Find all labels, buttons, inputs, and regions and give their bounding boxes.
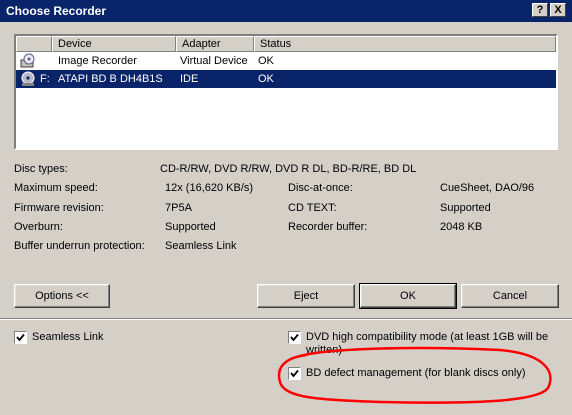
overburn-label: Overburn:: [14, 221, 63, 233]
close-button[interactable]: X: [550, 3, 566, 17]
device-name: Image Recorder: [58, 55, 137, 67]
recorder-buffer-value: 2048 KB: [440, 221, 483, 233]
firmware-label: Firmware revision:: [14, 202, 104, 214]
column-header-status[interactable]: Status: [254, 36, 556, 52]
title-bar: Choose Recorder ? X: [0, 0, 572, 22]
recorder-list[interactable]: Device Adapter Status Image Recorder Vir…: [14, 34, 558, 150]
device-adapter: IDE: [180, 73, 199, 85]
dialog-title: Choose Recorder: [6, 4, 107, 18]
cd-text-value: Supported: [440, 202, 491, 214]
device-letter: F:: [40, 73, 50, 85]
column-header-blank: [16, 36, 52, 52]
choose-recorder-dialog: Choose Recorder ? X Device Adapter Statu…: [0, 0, 572, 415]
device-row-image-recorder[interactable]: Image Recorder Virtual Device OK: [16, 52, 556, 70]
list-header: Device Adapter Status: [16, 36, 556, 52]
max-speed-label: Maximum speed:: [14, 182, 98, 194]
image-recorder-icon: [20, 53, 35, 68]
firmware-value: 7P5A: [165, 202, 192, 214]
dvd-compat-checkbox[interactable]: [288, 331, 301, 344]
options-separator: [0, 318, 572, 320]
cd-text-label: CD TEXT:: [288, 202, 337, 214]
dvd-compat-label-line1[interactable]: DVD high compatibility mode (at least 1G…: [306, 331, 548, 343]
ok-button[interactable]: OK: [359, 283, 457, 309]
disc-types-label: Disc types:: [14, 163, 68, 175]
seamless-link-checkbox[interactable]: [14, 331, 27, 344]
max-speed-value: 12x (16,620 KB/s): [165, 182, 254, 194]
recorder-buffer-label: Recorder buffer:: [288, 221, 368, 233]
checkmark-icon: [16, 333, 25, 342]
buffer-underrun-label: Buffer underrun protection:: [14, 240, 145, 252]
buffer-underrun-value: Seamless Link: [165, 240, 237, 252]
disc-at-once-label: Disc-at-once:: [288, 182, 353, 194]
disc-at-once-value: CueSheet, DAO/96: [440, 182, 535, 194]
column-header-device[interactable]: Device: [52, 36, 176, 52]
help-button[interactable]: ?: [532, 3, 548, 17]
device-status: OK: [258, 55, 274, 67]
seamless-link-label[interactable]: Seamless Link: [32, 331, 104, 343]
bd-defect-label[interactable]: BD defect management (for blank discs on…: [306, 367, 526, 379]
overburn-value: Supported: [165, 221, 216, 233]
close-icon: X: [554, 4, 562, 16]
eject-button[interactable]: Eject: [257, 284, 355, 308]
checkmark-icon: [290, 333, 299, 342]
optical-drive-icon: [21, 71, 35, 86]
device-adapter: Virtual Device: [180, 55, 248, 67]
cancel-button[interactable]: Cancel: [461, 284, 559, 308]
dvd-compat-label-line2[interactable]: written): [306, 344, 342, 356]
device-status: OK: [258, 73, 274, 85]
device-name: ATAPI BD B DH4B1S: [58, 73, 163, 85]
column-header-adapter[interactable]: Adapter: [176, 36, 254, 52]
options-button[interactable]: Options <<: [14, 284, 110, 308]
disc-types-value: CD-R/RW, DVD R/RW, DVD R DL, BD-R/RE, BD…: [160, 163, 417, 175]
checkmark-icon: [290, 369, 299, 378]
bd-defect-checkbox[interactable]: [288, 367, 301, 380]
device-row-atapi-bd[interactable]: F: ATAPI BD B DH4B1S IDE OK: [16, 70, 556, 88]
